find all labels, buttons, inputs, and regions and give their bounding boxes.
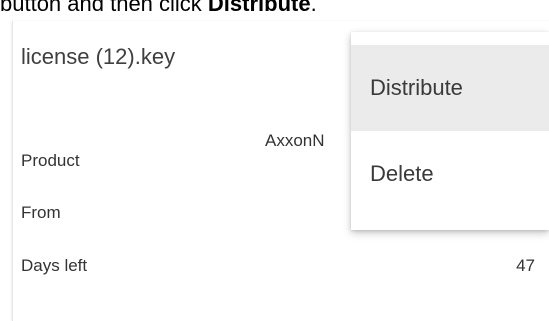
days-left-value: 47 <box>516 256 535 275</box>
context-menu: Distribute Delete <box>351 32 549 230</box>
instruction-caption: button and then click Distribute. <box>0 0 317 17</box>
license-file-title: license (12).key <box>21 44 176 69</box>
product-label: Product <box>21 151 80 170</box>
caption-text: button and then click <box>0 0 208 16</box>
menu-item-distribute[interactable]: Distribute <box>351 45 549 131</box>
menu-item-delete[interactable]: Delete <box>351 131 549 217</box>
from-label: From <box>21 203 61 222</box>
days-left-label: Days left <box>21 256 88 275</box>
product-value: AxxonN <box>265 131 325 150</box>
caption-bold-text: Distribute <box>207 0 311 16</box>
caption-text-end: . <box>310 0 317 16</box>
